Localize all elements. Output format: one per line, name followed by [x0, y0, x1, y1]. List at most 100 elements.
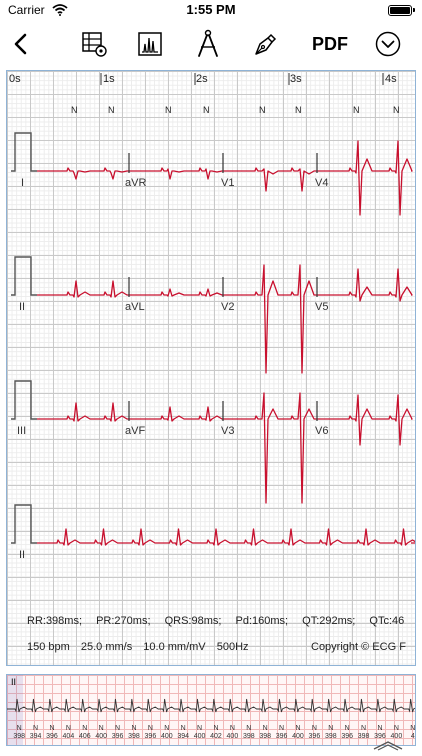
ecg-trace [37, 402, 129, 422]
ecg-trace [129, 406, 223, 422]
beat-class: N [33, 725, 39, 732]
beat-mark: N [165, 105, 172, 115]
lead-label-V2: V2 [221, 301, 235, 313]
pdf-export-button[interactable]: PDF [310, 28, 350, 60]
p-duration: Pd:160ms; [235, 615, 289, 627]
beat-class: N [147, 725, 153, 732]
calibration-pulse [11, 380, 37, 420]
beat-class: N [262, 725, 268, 732]
rr-value: 400 [193, 733, 206, 740]
rr-value: 400 [292, 733, 304, 740]
lead-label-aVR: aVR [125, 177, 147, 189]
beat-mark: N [108, 105, 115, 115]
ecg-waveform-canvas [11, 73, 415, 546]
toolbar: PDF [0, 24, 422, 64]
rr-value: 400 [160, 733, 173, 740]
rr-value: 398 [324, 733, 337, 740]
rr-value: 404 [62, 733, 75, 740]
battery-icon [388, 5, 415, 16]
ecg-trace [37, 528, 415, 546]
lead-label-II: II [19, 301, 26, 313]
rr-value: 398 [242, 733, 255, 740]
beat-mark: N [295, 105, 302, 115]
rr-value: 402 [210, 733, 222, 740]
back-chevron-icon[interactable] [4, 28, 36, 60]
rr-value: 394 [29, 733, 42, 740]
rr-values-row: N 398 N 394 N 396 N 404 N 406 N 400 N 396 N 398 N 396 N 400… [7, 725, 415, 745]
rr-beat-label: N 404 [60, 725, 76, 741]
rr-beat-label: N 398 [355, 725, 371, 741]
beat-class: N [115, 725, 121, 732]
rr-value: 398 [259, 733, 272, 740]
pen-nib-icon[interactable] [250, 28, 282, 60]
beat-class: N [131, 725, 137, 732]
beat-class: N [180, 725, 186, 732]
expand-handle-icon[interactable] [372, 738, 404, 756]
rr-beat-label: N 402 [208, 725, 224, 741]
rr-beat-label: N 396 [109, 725, 125, 741]
time-tick: 4s [385, 73, 397, 85]
beat-mark: N [353, 105, 360, 115]
lead-label-II-rhythm: II [19, 549, 26, 561]
ecg-12-lead-panel[interactable]: 0s 1s 2s 3s 4s N N N N N N N N I aVR V1 … [6, 70, 416, 666]
ecg-trace [223, 264, 317, 374]
rr-value: 398 [13, 733, 26, 740]
compass-icon[interactable] [192, 28, 224, 60]
beat-mark: N [203, 105, 210, 115]
ecg-trace [223, 167, 317, 192]
beat-class: N [279, 725, 285, 732]
rr-beat-label: N 398 [241, 725, 257, 741]
rr-beat-label: N 396 [142, 725, 158, 741]
copyright-text: Copyright © ECG F [311, 641, 406, 653]
time-tick: 2s [196, 73, 208, 85]
time-tick: 1s [103, 73, 115, 85]
rhythm-trace [7, 698, 415, 713]
rr-beat-label: N 406 [77, 725, 93, 741]
time-tick: 3s [290, 73, 302, 85]
rr-beat-label: N 398 [257, 725, 273, 741]
rr-beat-label: N 398 [11, 725, 27, 741]
beat-class: N [328, 725, 334, 732]
heart-rate: 150 bpm [27, 641, 70, 653]
rr-beat-label: N 396 [306, 725, 322, 741]
ecg-trace [317, 268, 413, 302]
recording-settings: 150 bpm 25.0 mm/s 10.0 mm/mV 500Hz [27, 641, 257, 653]
rr-beat-label: N 398 [126, 725, 142, 741]
calibration-pulse [11, 256, 37, 296]
ecg-trace [223, 392, 317, 504]
gain: 10.0 mm/mV [143, 641, 206, 653]
beat-class: N [246, 725, 252, 732]
rr-value: 398 [128, 733, 140, 740]
lead-label-V4: V4 [315, 177, 329, 189]
rhythm-strip-overview[interactable]: II N 398 N 394 N 396 N 404 N 406 N 400 N 396 N 398 N 396 N… [6, 674, 416, 746]
chevron-down-circle-icon[interactable] [372, 28, 404, 60]
beat-class: N [98, 725, 104, 732]
beat-class: N [16, 725, 22, 732]
rr-beat-label: N 394 [175, 725, 191, 741]
lead-label-III: III [17, 425, 27, 437]
rr-value: 406 [78, 733, 91, 740]
ecg-trace [37, 280, 129, 298]
lead-label-aVL: aVL [125, 301, 145, 313]
rr-beat-label: N 396 [273, 725, 289, 741]
beat-class: N [49, 725, 55, 732]
lead-label-I: I [21, 177, 25, 189]
rr-beat-label: N 400 [159, 725, 175, 741]
rr-value: 398 [357, 733, 370, 740]
rr-beat-label: N 400 [224, 725, 240, 741]
calibration-pulse [11, 504, 37, 544]
rr-value: 396 [308, 733, 321, 740]
beat-class: N [164, 725, 170, 732]
ecg-trace [317, 140, 413, 216]
beat-class: N [82, 725, 88, 732]
rr-beat-label: N 396 [44, 725, 60, 741]
lead-label-aVF: aVF [125, 425, 146, 437]
beat-class: N [311, 725, 317, 732]
pr-interval: PR:270ms; [96, 615, 151, 627]
grid-settings-icon[interactable] [78, 28, 110, 60]
chart-bars-icon[interactable] [134, 28, 166, 60]
ecg-trace [129, 288, 223, 297]
rr-value: 396 [144, 733, 157, 740]
rr-value: 400 [95, 733, 108, 740]
lead-label-V6: V6 [315, 425, 329, 437]
